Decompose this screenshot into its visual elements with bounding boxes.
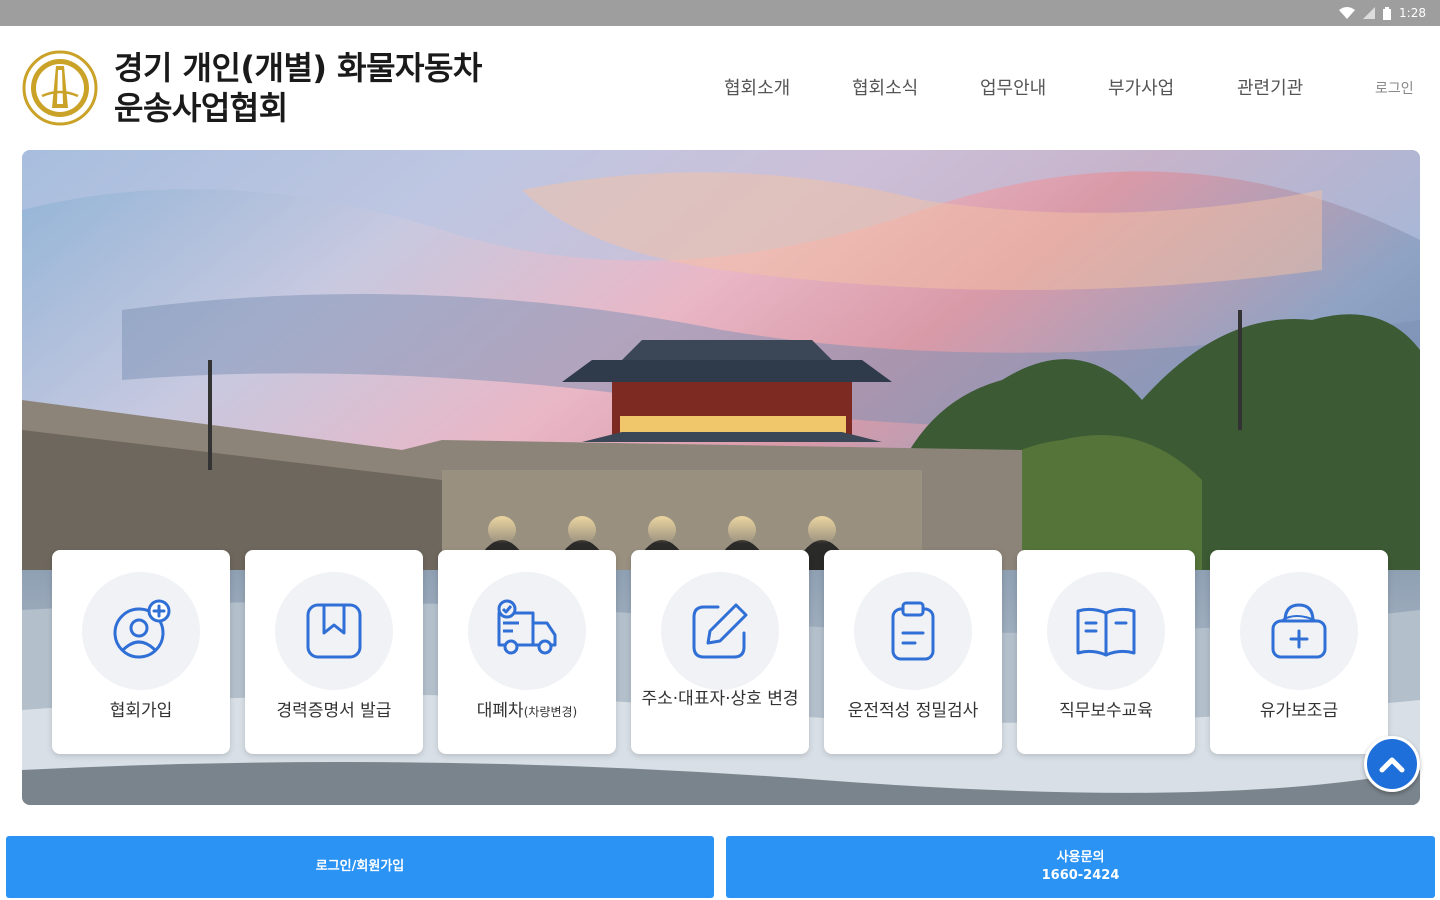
wifi-icon [1339, 7, 1356, 19]
inquiry-button[interactable]: 사용문의 1660-2424 [726, 836, 1435, 898]
service-label: 운전적성 정밀검사 [847, 701, 979, 721]
service-card-career-certificate[interactable]: 경력증명서 발급 [245, 550, 423, 754]
bookmark-icon [306, 603, 362, 659]
service-card-vehicle-change[interactable]: 대폐차(차량변경) [438, 550, 616, 754]
service-label: 유가보조금 [1259, 701, 1339, 721]
main-nav: 협회소개 협회소식 업무안내 부가사업 관련기관 로그인 [700, 74, 1440, 102]
association-logo[interactable] [22, 50, 98, 126]
scroll-top-button[interactable] [1364, 736, 1420, 792]
edit-icon [692, 603, 748, 659]
book-open-icon [1076, 607, 1136, 657]
clipboard-icon [891, 601, 935, 661]
service-card-job-training[interactable]: 직무보수교육 [1017, 550, 1195, 754]
service-card-fuel-subsidy[interactable]: 유가보조금 [1210, 550, 1388, 754]
chevron-up-icon [1379, 757, 1405, 773]
service-label: 직무보수교육 [1059, 701, 1153, 721]
nav-item-services[interactable]: 업무안내 [980, 74, 1046, 100]
user-add-icon [113, 599, 171, 659]
status-bar: 1:28 [0, 0, 1440, 26]
service-card-membership[interactable]: 협회가입 [52, 550, 230, 754]
inquiry-phone: 1660-2424 [1041, 868, 1120, 883]
login-signup-button[interactable]: 로그인/회원가입 [6, 836, 714, 898]
service-label: 협회가입 [109, 701, 173, 721]
service-cards: 협회가입 경력증명서 발급 대폐차(차량변경) 주소·대표자·상호 변경 운전적… [52, 550, 1392, 755]
nav-item-news[interactable]: 협회소식 [852, 74, 918, 100]
header: 경기 개인(개별) 화물자동차 운송사업협회 협회소개 협회소식 업무안내 부가… [0, 26, 1440, 150]
org-name-line1: 경기 개인(개별) 화물자동차 [114, 49, 482, 87]
org-name[interactable]: 경기 개인(개별) 화물자동차 운송사업협회 [114, 48, 482, 128]
service-label: 경력증명서 발급 [276, 701, 392, 721]
service-card-aptitude-test[interactable]: 운전적성 정밀검사 [824, 550, 1002, 754]
status-time: 1:28 [1399, 6, 1426, 20]
nav-login-link[interactable]: 로그인 [1375, 78, 1414, 98]
service-label-sub: (차량변경) [523, 705, 578, 719]
service-label: 대폐차(차량변경) [444, 700, 610, 723]
battery-icon [1383, 6, 1392, 20]
org-name-line2: 운송사업협회 [114, 89, 288, 127]
service-label-main: 대폐차 [476, 701, 524, 721]
nav-item-related-orgs[interactable]: 관련기관 [1237, 74, 1303, 100]
service-label: 주소·대표자·상호 변경 [641, 689, 799, 709]
service-card-info-change[interactable]: 주소·대표자·상호 변경 [631, 550, 809, 754]
medical-bag-icon [1271, 603, 1327, 659]
nav-item-about[interactable]: 협회소개 [724, 74, 790, 100]
inquiry-label: 사용문의 [1056, 850, 1105, 865]
login-signup-label: 로그인/회원가입 [315, 859, 405, 874]
signal-icon [1363, 7, 1376, 19]
nav-item-side-business[interactable]: 부가사업 [1108, 74, 1174, 100]
truck-check-icon [497, 599, 557, 655]
